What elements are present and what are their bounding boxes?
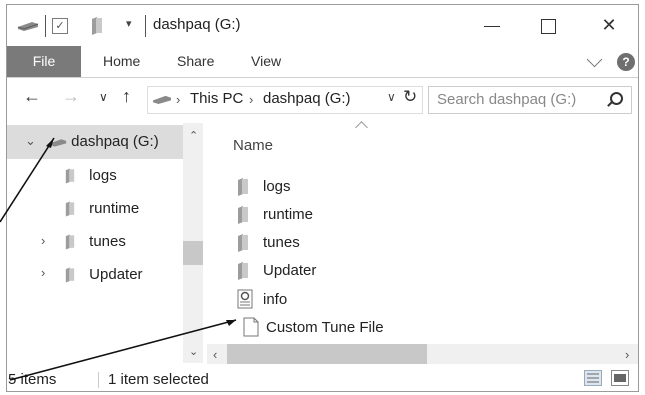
minimize-icon	[484, 25, 500, 27]
minimize-button[interactable]	[470, 9, 514, 41]
close-button[interactable]: ✕	[587, 9, 631, 41]
tab-file[interactable]: File	[7, 46, 81, 77]
file-name: Custom Tune File	[266, 319, 384, 336]
search-icon[interactable]	[610, 92, 623, 105]
scroll-right-icon[interactable]: ›	[625, 347, 629, 362]
horizontal-scrollbar[interactable]: ‹ ›	[207, 344, 638, 364]
tab-share[interactable]: Share	[177, 46, 214, 77]
drive-icon	[153, 95, 171, 104]
chevron-right-icon[interactable]: ›	[41, 233, 45, 248]
details-view-icon[interactable]	[584, 370, 602, 386]
breadcrumb-drive[interactable]: dashpaq (G:)	[263, 90, 351, 107]
folder-icon	[238, 178, 248, 196]
tree-item-updater[interactable]: Updater	[65, 260, 143, 290]
folder-icon	[65, 234, 75, 250]
maximize-icon	[540, 18, 556, 34]
search-input[interactable]: Search dashpaq (G:)	[437, 91, 576, 108]
file-name: info	[263, 291, 288, 308]
status-separator	[98, 372, 99, 388]
tree-item-label: tunes	[89, 233, 126, 250]
up-arrow-icon[interactable]: ↑	[122, 86, 131, 107]
sort-ascending-icon	[355, 121, 368, 134]
folder-icon	[238, 234, 248, 252]
tab-view[interactable]: View	[251, 46, 281, 77]
vertical-scrollbar[interactable]: ⌃ ⌄	[183, 123, 203, 363]
search-box[interactable]: Search dashpaq (G:)	[428, 86, 632, 114]
file-list: Name logs runtime tunes Updater info Cus…	[207, 121, 638, 343]
window-title: dashpaq (G:)	[153, 16, 241, 33]
tree-item-runtime[interactable]: runtime	[65, 194, 139, 224]
large-icons-view-icon[interactable]	[611, 370, 629, 386]
help-icon[interactable]: ?	[617, 53, 635, 71]
refresh-icon[interactable]: ↻	[403, 87, 417, 107]
scroll-thumb[interactable]	[183, 241, 203, 265]
chevron-down-icon[interactable]	[586, 51, 603, 68]
chevron-right-icon[interactable]: ›	[41, 265, 45, 280]
tree-item-logs[interactable]: logs	[65, 161, 117, 191]
explorer-window: ✓ ▾ dashpaq (G:) ✕ File Home Share View …	[6, 4, 639, 392]
navigation-bar: ← → ∨ ↑ › This PC › dashpaq (G:) ∨ ↻ Sea…	[7, 78, 638, 120]
folder-icon	[238, 206, 248, 224]
breadcrumb-separator-icon: ›	[249, 92, 254, 107]
address-bar[interactable]: › This PC › dashpaq (G:) ∨ ↻	[147, 86, 423, 114]
title-bar: ✓ ▾ dashpaq (G:) ✕	[7, 5, 638, 45]
navigation-pane: ⌄ dashpaq (G:) logs runtime › tunes › Up…	[7, 123, 203, 363]
blank-file-icon	[243, 317, 259, 337]
scroll-left-icon[interactable]: ‹	[213, 347, 217, 362]
folder-icon	[65, 168, 75, 184]
drive-icon	[49, 138, 67, 147]
folder-icon	[65, 201, 75, 217]
tree-item-label: logs	[89, 167, 117, 184]
forward-arrow-icon[interactable]: →	[62, 86, 80, 107]
scroll-down-icon[interactable]: ⌄	[189, 345, 198, 358]
title-separator	[145, 15, 146, 37]
quick-access-dropdown[interactable]: ▾	[126, 17, 132, 30]
tree-item-label: dashpaq (G:)	[71, 133, 159, 150]
maximize-button[interactable]	[526, 9, 570, 41]
file-name: logs	[263, 178, 291, 195]
file-name: tunes	[263, 234, 300, 251]
drive-icon	[17, 22, 39, 31]
ribbon-tabs: File Home Share View ?	[7, 46, 638, 78]
folder-icon	[238, 262, 248, 280]
tree-item-label: Updater	[89, 266, 143, 283]
tab-home[interactable]: Home	[103, 46, 140, 77]
scroll-thumb[interactable]	[227, 344, 427, 364]
title-separator	[45, 15, 46, 37]
file-name: Updater	[263, 262, 317, 279]
item-count: 5 items	[8, 371, 57, 388]
breadcrumb-this-pc[interactable]: This PC	[190, 90, 243, 107]
status-bar: 5 items 1 item selected	[7, 366, 638, 391]
tree-item-label: runtime	[89, 200, 140, 217]
column-header-name[interactable]: Name	[233, 137, 273, 154]
address-dropdown-icon[interactable]: ∨	[387, 90, 396, 104]
recent-chevron-icon[interactable]: ∨	[99, 90, 108, 104]
tree-item-drive[interactable]: dashpaq (G:)	[49, 127, 159, 157]
selection-count: 1 item selected	[108, 371, 209, 388]
folder-icon	[65, 267, 75, 283]
scroll-up-icon[interactable]: ⌃	[189, 129, 198, 142]
tree-item-tunes[interactable]: tunes	[65, 227, 126, 257]
breadcrumb-separator-icon: ›	[176, 92, 181, 107]
expand-chevron-icon[interactable]: ⌄	[25, 133, 36, 149]
settings-file-icon	[237, 289, 253, 309]
checkbox-icon[interactable]: ✓	[52, 18, 68, 34]
folder-icon[interactable]	[91, 17, 103, 35]
back-arrow-icon[interactable]: ←	[23, 86, 41, 107]
file-name: runtime	[263, 206, 314, 223]
